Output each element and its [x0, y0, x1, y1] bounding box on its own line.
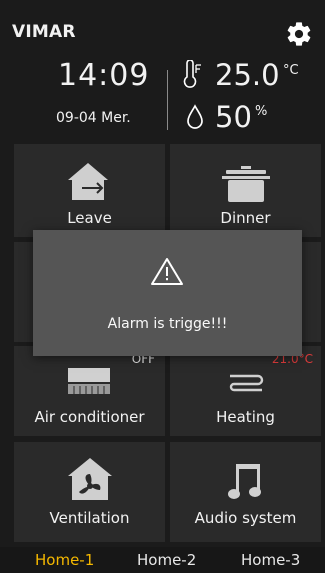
thermometer-icon — [183, 60, 201, 88]
clock-time: 14:09 — [58, 58, 150, 93]
tab-home-3[interactable]: Home-3 — [241, 551, 300, 569]
tile-air-conditioner[interactable]: OFF Air conditioner — [14, 346, 165, 436]
alarm-dialog[interactable]: Alarm is trigge!!! — [33, 230, 302, 356]
tile-dinner[interactable]: Dinner — [170, 144, 321, 237]
brand-logo: VIMAR — [12, 22, 76, 42]
warning-icon — [151, 258, 183, 285]
tile-ventilation[interactable]: Ventilation — [14, 442, 165, 542]
alarm-message: Alarm is trigge!!! — [107, 316, 228, 332]
tile-leave[interactable]: Leave — [14, 144, 165, 237]
tab-home-1[interactable]: Home-1 — [35, 551, 94, 569]
humidity-drop-icon — [187, 104, 203, 129]
music-note-icon — [228, 464, 261, 499]
tile-heating[interactable]: 21.0°C Heating — [170, 346, 321, 436]
tile-label: Audio system — [194, 509, 297, 527]
ventilation-fan-icon — [68, 458, 112, 500]
temperature-value: 25.0 — [215, 58, 280, 92]
tile-label: Leave — [67, 209, 112, 227]
status-header: VIMAR 14:09 09-04 Mer. 25.0 °C 50 % — [0, 0, 325, 140]
tile-label: Air conditioner — [34, 408, 145, 426]
header-divider — [167, 70, 168, 130]
temperature-unit: °C — [283, 63, 299, 78]
humidity-value: 50 — [215, 100, 252, 134]
tile-label: Dinner — [220, 209, 271, 227]
home-tab-bar: Home-1 Home-2 Home-3 — [0, 547, 325, 573]
tab-home-2[interactable]: Home-2 — [137, 551, 196, 569]
clock-date: 09-04 Mer. — [56, 110, 131, 126]
tile-label: Heating — [216, 408, 275, 426]
heating-coil-icon — [229, 374, 264, 392]
gear-icon[interactable] — [285, 20, 313, 48]
tile-audio-system[interactable]: Audio system — [170, 442, 321, 542]
cooking-pot-icon — [222, 166, 270, 202]
humidity-unit: % — [255, 104, 268, 119]
air-conditioner-icon — [68, 368, 110, 394]
house-leave-icon — [68, 163, 108, 200]
tile-label: Ventilation — [49, 509, 130, 527]
